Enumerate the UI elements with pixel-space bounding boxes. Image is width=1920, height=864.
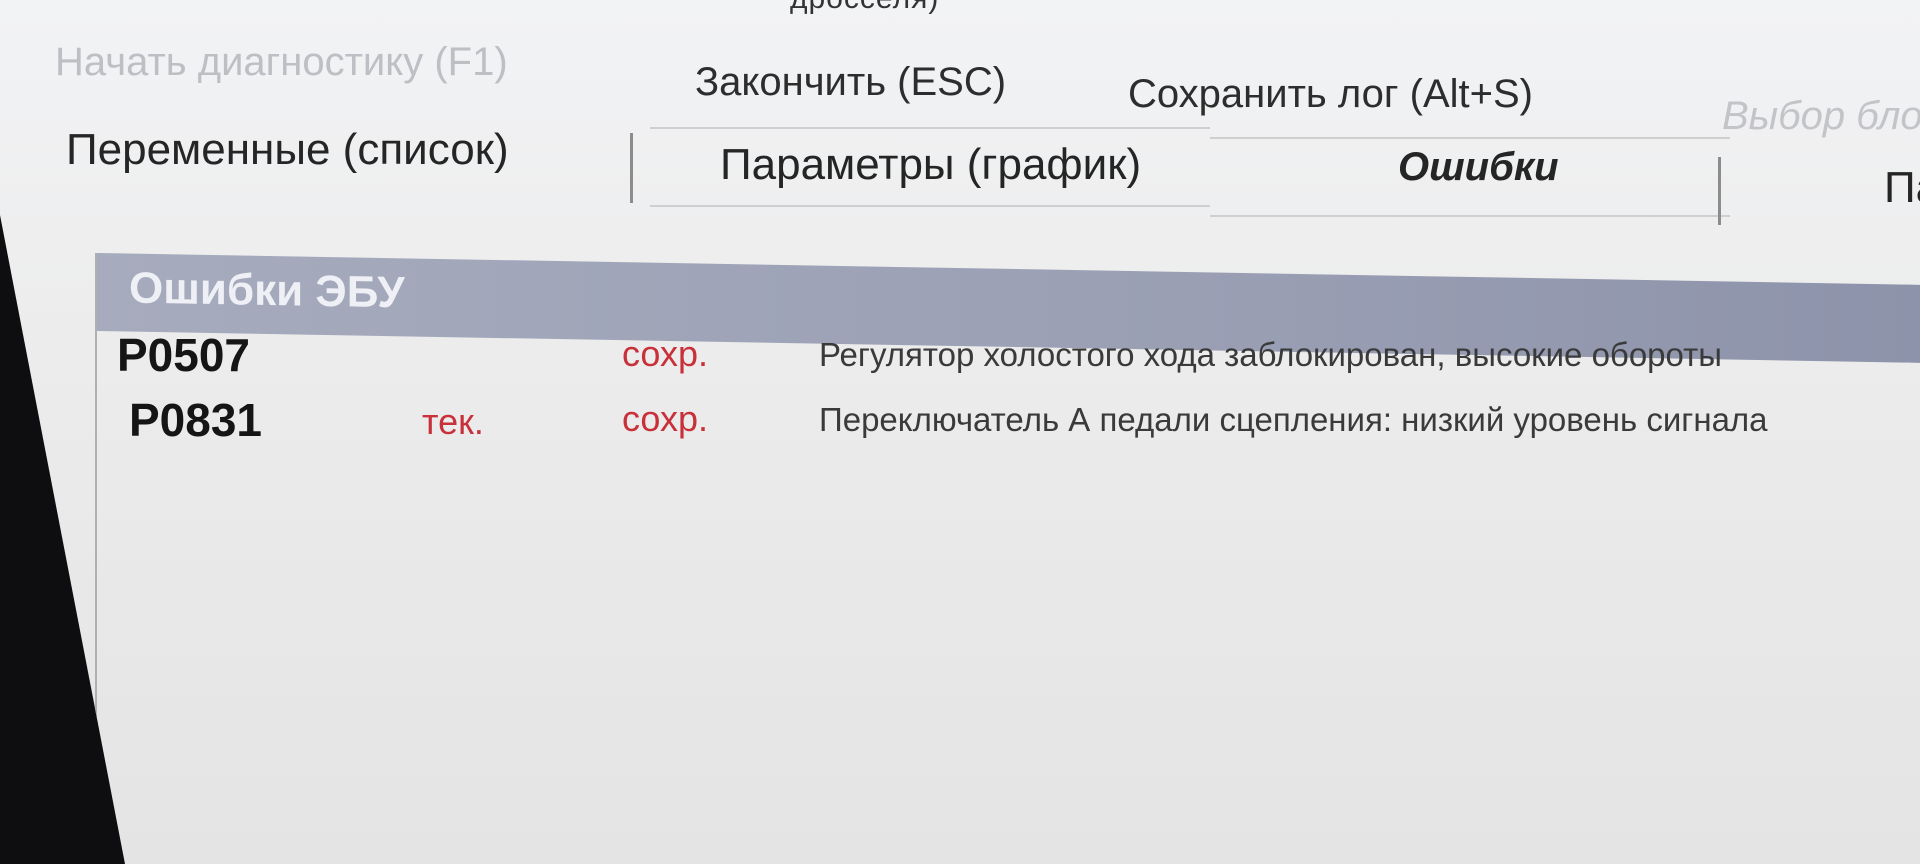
app-window: дросселя) Начать диагностику (F1) Законч… [0, 0, 1920, 864]
error-row[interactable]: P0507 сохр. Регулятор холостого хода заб… [97, 328, 1920, 392]
tab-divider [1718, 157, 1721, 225]
stop-button[interactable]: Закончить (ESC) [695, 60, 1006, 105]
tab-variables-list[interactable]: Переменные (список) [66, 125, 509, 175]
tab-divider [630, 133, 633, 203]
tab-errors[interactable]: Ошибки [1398, 145, 1559, 190]
error-row[interactable]: P0831 тек. сохр. Переключатель А педали … [97, 393, 1920, 457]
tab-bar: Переменные (список) Параметры (график) О… [0, 115, 1920, 225]
error-description: Регулятор холостого хода заблокирован, в… [819, 336, 1722, 373]
tab-parameters-graph[interactable]: Параметры (график) [720, 140, 1141, 190]
saved-flag: сохр. [622, 333, 709, 374]
saved-flag: сохр. [622, 398, 709, 439]
window-title: дросселя) [790, 0, 939, 16]
tab-more[interactable]: Па [1884, 163, 1920, 213]
start-diagnostics-button[interactable]: Начать диагностику (F1) [55, 40, 508, 85]
ecu-errors-panel: Ошибки ЭБУ P0507 сохр. Регулятор холосто… [95, 253, 1920, 864]
panel-title: Ошибки ЭБУ [129, 263, 405, 318]
error-code: P0831 [129, 394, 263, 446]
save-log-button[interactable]: Сохранить лог (Alt+S) [1128, 72, 1533, 117]
current-flag: тек. [422, 401, 484, 442]
error-description: Переключатель А педали сцепления: низкий… [819, 401, 1768, 438]
error-code: P0507 [117, 329, 251, 381]
